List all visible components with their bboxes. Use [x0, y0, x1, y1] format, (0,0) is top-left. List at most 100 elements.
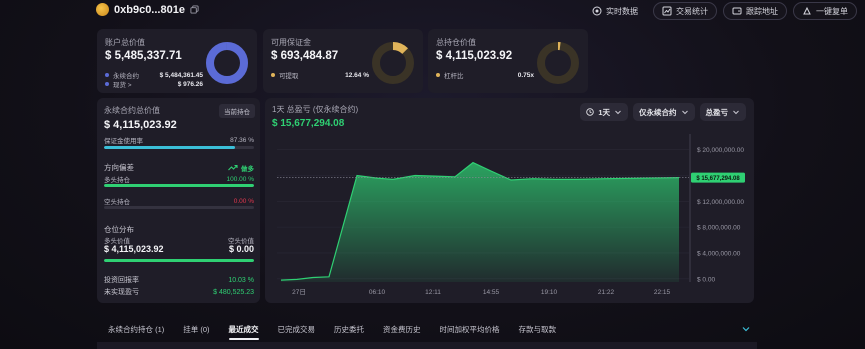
trend-up-icon	[228, 164, 238, 171]
withdrawable-value: 12.64 %	[345, 71, 369, 79]
trade-stats-button[interactable]: 交易统计	[653, 2, 717, 20]
available-margin-card: 可用保证金 $ 693,484.87 可提取 12.64 %	[263, 29, 423, 93]
realtime-icon	[592, 6, 602, 16]
x-tick-label: 06:10	[369, 289, 386, 296]
long-position-fill	[104, 184, 254, 187]
realtime-data-button[interactable]: 实时数据	[583, 2, 647, 20]
trade-stats-label: 交易统计	[676, 6, 708, 16]
wallet-address: 0xb9c0...801e	[114, 3, 185, 16]
short-position-bar	[104, 206, 254, 209]
legend-dot	[105, 82, 109, 86]
spot-amount: $ 976.26	[177, 80, 203, 88]
short-position-label: 空头持仓	[104, 199, 130, 206]
tab-item[interactable]: 最近成交	[218, 318, 267, 340]
tab-item[interactable]: 资金费历史	[372, 318, 429, 340]
margin-usage-row: 保证金使用率 87.36 %	[104, 135, 254, 146]
tab-item[interactable]: 存款与取款	[508, 318, 565, 340]
expand-chevron-icon[interactable]	[741, 324, 751, 334]
track-address-label: 跟踪地址	[746, 6, 778, 16]
current-value-label: $ 15,677,294.08	[696, 176, 740, 182]
wallet-icon	[732, 7, 742, 15]
account-donut-chart	[206, 42, 248, 84]
margin-donut-chart	[372, 42, 414, 84]
withdrawable-label: 可提取	[279, 73, 299, 80]
perp-total-title: 永续合约总价值	[104, 106, 160, 115]
tab-item[interactable]: 挂单 (0)	[172, 318, 217, 340]
legend-dot	[105, 73, 109, 77]
leverage-value: 0.75x	[517, 71, 534, 79]
perp-amount: $ 5,484,361.45	[159, 71, 203, 79]
roi-value: 10.03 %	[228, 276, 254, 284]
leverage-label: 杠杆比	[444, 73, 464, 80]
x-tick-label: 14:55	[483, 289, 500, 296]
timeframe-select[interactable]: 1天	[580, 103, 628, 121]
spot-value-row[interactable]: 现货 > $ 976.26	[105, 79, 203, 89]
unrealized-pnl-value: $ 480,525.23	[213, 288, 254, 296]
y-tick-label: $ 12,000,000.00	[697, 199, 744, 206]
copy-trade-label: 一键复单	[816, 6, 848, 16]
pnl-chart-panel: $ 20,000,000.00$ 16,000,000.00$ 12,000,0…	[265, 98, 754, 303]
withdrawable-row: 可提取 12.64 %	[271, 70, 369, 80]
margin-usage-bar	[104, 146, 254, 149]
short-value: $ 0.00	[228, 244, 254, 254]
margin-usage-value: 87.36 %	[230, 136, 254, 144]
perp-total-value: $ 4,115,023.92	[104, 119, 177, 131]
track-address-button[interactable]: 跟踪地址	[723, 2, 787, 20]
pnl-area	[281, 162, 679, 282]
chevron-down-icon	[615, 110, 621, 115]
unrealized-pnl-row: 未实现盈亏 $ 480,525.23	[104, 287, 254, 297]
market-filter-value: 仅永续合约	[639, 107, 677, 117]
roi-row: 投资回报率 10.03 %	[104, 275, 254, 285]
direction-row: 方向偏差 做多	[104, 162, 254, 173]
chevron-down-icon	[681, 110, 688, 115]
x-tick-label: 21:22	[598, 289, 615, 296]
tab-item[interactable]: 永续合约持仓 (1)	[97, 318, 172, 340]
available-margin-value: $ 693,484.87	[271, 50, 339, 62]
copy-trade-icon	[803, 6, 811, 15]
long-position-bar	[104, 184, 254, 187]
long-position-value: 100.00 %	[226, 175, 254, 183]
account-value-title: 账户总价值	[105, 38, 145, 47]
spot-label: 现货 >	[113, 82, 132, 89]
long-value: $ 4,115,023.92	[104, 244, 164, 254]
tab-item[interactable]: 时间加权平均价格	[429, 318, 508, 340]
y-tick-label: $ 20,000,000.00	[697, 147, 744, 154]
top-bar: 0xb9c0...801e 实时数据 交易统计 跟踪地址 一键复单	[0, 0, 865, 22]
distribution-fill	[104, 259, 254, 262]
copy-icon[interactable]	[190, 5, 199, 14]
table-area	[97, 342, 757, 349]
y-tick-label: $ 8,000,000.00	[697, 225, 741, 232]
market-filter-select[interactable]: 仅永续合约	[633, 103, 695, 121]
available-margin-title: 可用保证金	[271, 38, 311, 47]
leverage-row: 杠杆比 0.75x	[436, 70, 534, 80]
chevron-down-icon	[733, 110, 739, 115]
timeframe-value: 1天	[598, 107, 610, 117]
total-position-title: 总持仓价值	[436, 38, 476, 47]
legend-dot	[436, 73, 440, 77]
direction-value: 做多	[241, 165, 254, 173]
perp-summary-panel: 永续合约总价值 当前持仓 $ 4,115,023.92 保证金使用率 87.36…	[97, 98, 260, 303]
direction-label: 方向偏差	[104, 163, 134, 172]
margin-usage-label: 保证金使用率	[104, 138, 143, 145]
distribution-values-row: $ 4,115,023.92 $ 0.00	[104, 244, 254, 254]
current-position-badge[interactable]: 当前持仓	[219, 104, 255, 118]
short-position-row: 空头持仓 0.00 %	[104, 196, 254, 207]
clock-icon	[586, 108, 595, 116]
tab-item[interactable]: 历史委托	[323, 318, 372, 340]
history-tabs: 永续合约持仓 (1) 挂单 (0) 最近成交 已完成交易 历史委托 资金费历史 时间加权平均…	[97, 318, 757, 340]
x-tick-label: 12:11	[425, 289, 441, 296]
tab-item[interactable]: 已完成交易	[267, 318, 324, 340]
account-value: $ 5,485,337.71	[105, 50, 182, 62]
copy-trade-button[interactable]: 一键复单	[793, 2, 857, 20]
y-tick-label: $ 0.00	[697, 276, 715, 283]
total-position-value: $ 4,115,023.92	[436, 50, 513, 62]
total-position-card: 总持仓价值 $ 4,115,023.92 杠杆比 0.75x	[428, 29, 588, 93]
x-tick-label: 27日	[292, 288, 306, 296]
position-distribution-title: 仓位分布	[104, 225, 134, 234]
margin-usage-fill	[104, 146, 236, 149]
wallet-avatar	[96, 3, 109, 16]
x-tick-label: 22:15	[654, 289, 671, 296]
metric-select[interactable]: 总盈亏	[699, 103, 746, 121]
metric-value: 总盈亏	[705, 107, 729, 117]
chart-title: 1天 总盈亏 (仅永续合约)	[272, 105, 359, 114]
